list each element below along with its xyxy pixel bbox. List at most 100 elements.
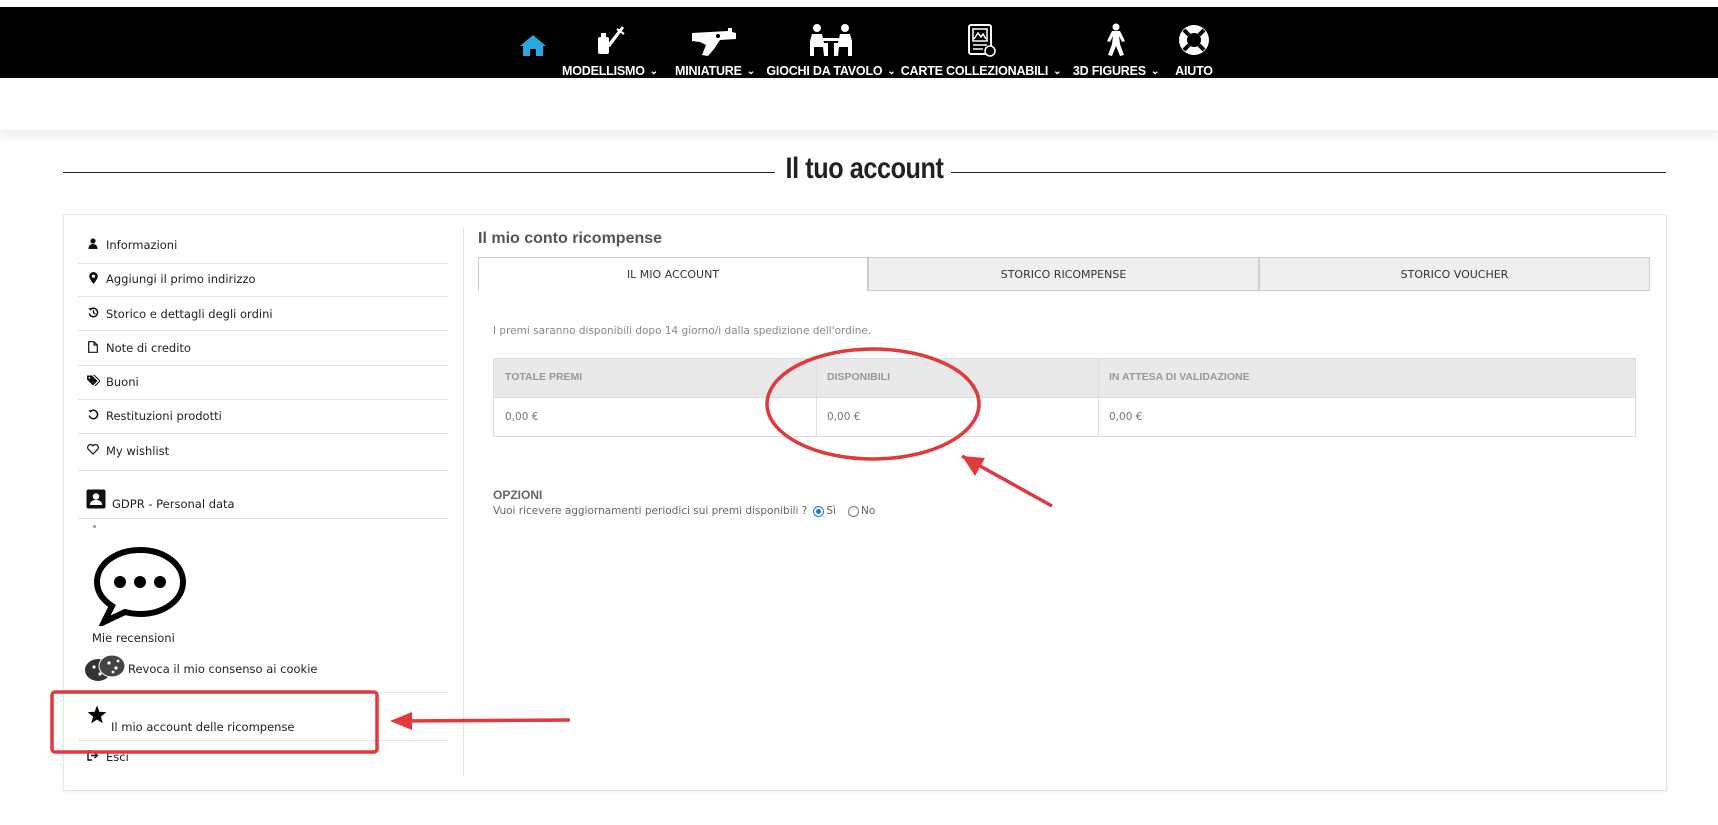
sidebar-divider	[78, 330, 448, 331]
paintbrush-icon	[593, 17, 627, 57]
options-row: Vuoi ricevere aggiornamenti periodici su…	[493, 505, 875, 517]
main-nav: MODELLISMO ⌄ MINIATURE ⌄ GIOCHI DA TAVOLO ⌄…	[0, 7, 1718, 78]
nav-label: 3D FIGURES	[1072, 64, 1146, 78]
speech-bubble-icon	[92, 546, 188, 629]
sidebar-divider-vertical	[463, 228, 464, 776]
chevron-down-icon: ⌄	[746, 66, 755, 77]
sidebar-divider	[78, 470, 448, 471]
sidebar-item-label: Aggiungi il primo indirizzo	[106, 272, 256, 286]
nav-label: CARTE COLLEZIONABILI	[900, 64, 1049, 78]
sidebar-item-reviews[interactable]: Mie recensioni	[78, 546, 448, 645]
section-title: Il mio conto ricompense	[478, 230, 663, 247]
history-icon	[86, 307, 100, 321]
sidebar-item-wishlist[interactable]: My wishlist	[78, 442, 448, 460]
heart-icon	[86, 443, 100, 458]
nav-label: GIOCHI DA TAVOLO	[766, 64, 883, 78]
chevron-down-icon: ⌄	[1053, 66, 1062, 77]
sidebar-item-label: GDPR - Personal data	[112, 497, 235, 511]
page-title: Il tuo account	[785, 152, 944, 185]
sidebar-item-label: Mie recensioni	[92, 631, 175, 645]
value-available: 0,00 €	[827, 411, 861, 423]
nav-home[interactable]	[516, 7, 550, 78]
chevron-down-icon: ⌄	[1150, 66, 1160, 77]
header-band	[0, 78, 1718, 130]
sidebar-item-buoni[interactable]: Buoni	[78, 373, 448, 391]
sidebar-item-label: Storico e dettagli degli ordini	[106, 307, 273, 321]
bullet-dot	[93, 525, 96, 528]
sidebar-item-logout[interactable]: Esci	[78, 748, 448, 766]
sidebar-item-label: Buoni	[106, 375, 139, 389]
sidebar-divider	[78, 518, 448, 519]
star-icon	[87, 705, 107, 727]
nav-item-carte-collezionabili[interactable]: CARTE COLLEZIONABILI ⌄	[901, 7, 1062, 78]
sidebar-item-orders[interactable]: Storico e dettagli degli ordini	[78, 305, 448, 323]
nav-item-modellismo[interactable]: MODELLISMO ⌄	[560, 7, 660, 78]
sidebar-item-cookies[interactable]: Revoca il mio consenso ai cookie	[78, 654, 448, 684]
sidebar-item-label: Restituzioni prodotti	[106, 409, 222, 423]
nav-label: MODELLISMO	[562, 64, 645, 78]
rewards-table: TOTALE PREMI DISPONIBILI IN ATTESA DI VA…	[493, 358, 1636, 437]
header-available: DISPONIBILI	[827, 371, 891, 383]
radio-yes[interactable]	[813, 505, 825, 517]
sidebar-item-label: Note di credito	[106, 341, 191, 355]
sidebar-divider	[78, 263, 448, 264]
rewards-note: I premi saranno disponibili dopo 14 gior…	[493, 325, 872, 337]
chevron-down-icon: ⌄	[649, 66, 658, 77]
sidebar-item-rewards-account[interactable]: Il mio account delle ricompense	[78, 702, 448, 734]
radio-no[interactable]	[847, 505, 859, 517]
sidebar-item-address[interactable]: Aggiungi il primo indirizzo	[78, 270, 448, 288]
sidebar-divider	[78, 296, 448, 297]
tab-voucher-history[interactable]: STORICO VOUCHER	[1259, 257, 1650, 291]
sidebar-item-informazioni[interactable]: Informazioni	[78, 236, 448, 254]
document-icon	[86, 340, 100, 356]
sidebar-item-label: Il mio account delle ricompense	[111, 720, 295, 734]
value-total-rewards: 0,00 €	[505, 411, 539, 423]
page-title-block: Il tuo account	[63, 152, 1666, 192]
options-title: OPZIONI	[493, 488, 543, 502]
home-icon	[519, 17, 547, 57]
header-total-rewards: TOTALE PREMI	[505, 371, 583, 383]
sidebar-divider	[78, 740, 448, 741]
table-divider	[816, 359, 817, 436]
sidebar-item-credit-notes[interactable]: Note di credito	[78, 339, 448, 357]
figure-icon	[1103, 17, 1129, 57]
rewards-tabs: IL MIO ACCOUNT STORICO RICOMPENSE STORIC…	[478, 257, 1650, 291]
sidebar-item-label: Revoca il mio consenso ai cookie	[128, 662, 318, 676]
radio-no-label: No	[860, 505, 876, 517]
sidebar-divider	[78, 433, 448, 434]
sidebar-item-label: Informazioni	[106, 238, 178, 252]
sidebar-divider	[78, 399, 448, 400]
title-divider-right	[951, 172, 1666, 173]
user-icon	[86, 238, 100, 252]
board-game-players-icon	[808, 17, 854, 57]
tags-icon	[86, 375, 101, 389]
sidebar-divider	[78, 692, 448, 693]
sidebar-item-gdpr[interactable]: GDPR - Personal data	[78, 482, 448, 512]
sidebar-item-label: My wishlist	[106, 444, 170, 458]
top-navigation-bar: MODELLISMO ⌄ MINIATURE ⌄ GIOCHI DA TAVOLO ⌄…	[0, 7, 1718, 78]
sidebar-item-label: Esci	[106, 750, 129, 764]
nav-item-3d-figures[interactable]: 3D FIGURES ⌄	[1070, 7, 1162, 78]
options-question: Vuoi ricevere aggiornamenti periodici su…	[493, 505, 808, 517]
id-card-icon	[86, 489, 106, 512]
lifebuoy-icon	[1177, 17, 1211, 57]
map-pin-icon	[86, 271, 100, 287]
table-divider	[1098, 359, 1099, 436]
sidebar-item-returns[interactable]: Restituzioni prodotti	[78, 407, 448, 425]
sign-out-icon	[86, 750, 100, 764]
tab-my-account[interactable]: IL MIO ACCOUNT	[478, 257, 868, 291]
undo-icon	[86, 409, 100, 423]
nav-item-miniature[interactable]: MINIATURE ⌄	[672, 7, 758, 78]
tab-rewards-history[interactable]: STORICO RICOMPENSE	[868, 257, 1259, 291]
radio-yes-label: Sì	[826, 505, 836, 517]
nav-label: MINIATURE	[675, 64, 742, 78]
nav-item-giochi-da-tavolo[interactable]: GIOCHI DA TAVOLO ⌄	[766, 7, 896, 78]
chevron-down-icon: ⌄	[887, 66, 896, 77]
table-header	[494, 359, 1635, 398]
nav-item-aiuto[interactable]: AIUTO	[1172, 7, 1216, 78]
sidebar-divider	[78, 365, 448, 366]
header-pending-validation: IN ATTESA DI VALIDAZIONE	[1109, 371, 1250, 383]
blaster-icon	[690, 17, 740, 57]
cookie-icon	[84, 653, 126, 686]
value-pending-validation: 0,00 €	[1109, 411, 1143, 423]
